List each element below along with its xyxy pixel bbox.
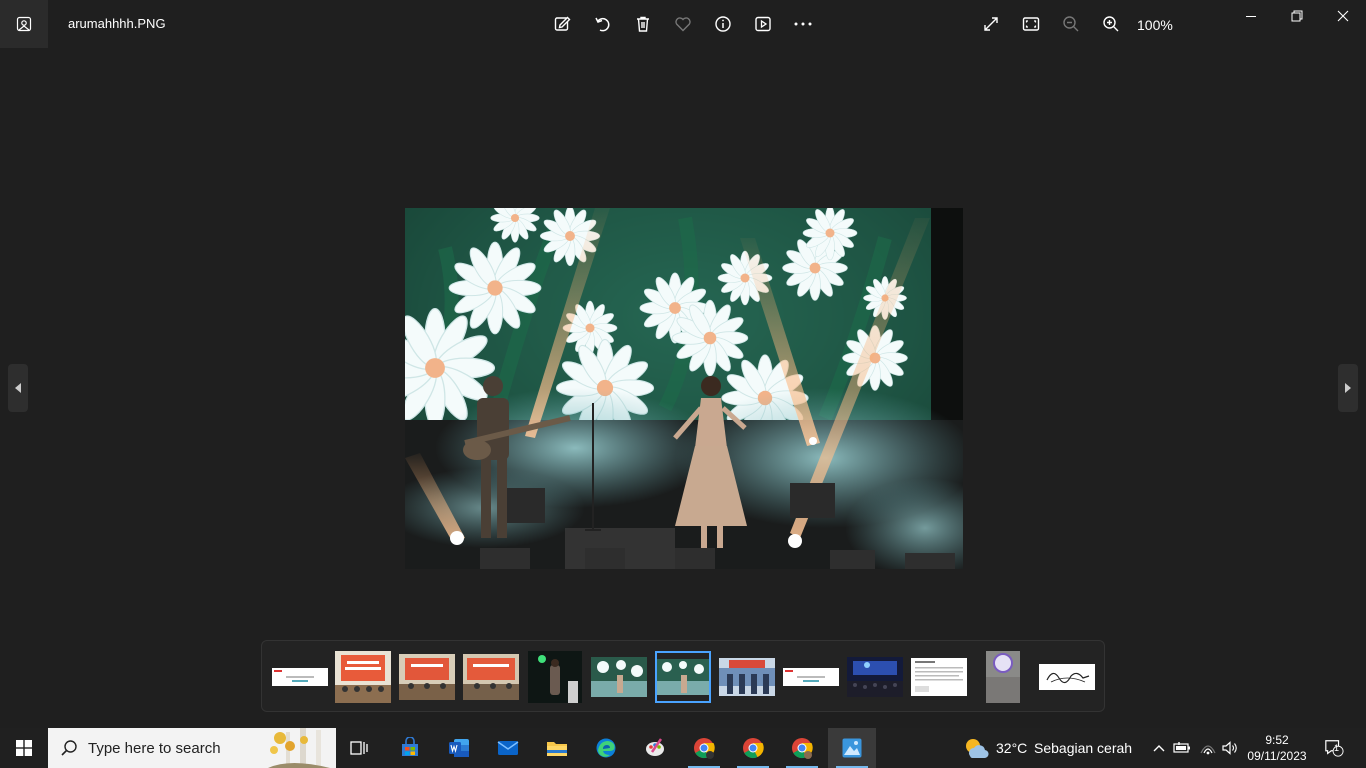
edit-image-icon[interactable] — [551, 12, 575, 36]
google-chrome-icon[interactable] — [680, 728, 728, 768]
thumbnail[interactable] — [399, 651, 455, 703]
zoom-level[interactable]: 100% — [1137, 17, 1173, 33]
expand-icon[interactable] — [979, 12, 1003, 36]
google-chrome-icon[interactable] — [729, 728, 777, 768]
thumbnail[interactable] — [1039, 651, 1095, 703]
main-photo[interactable] — [405, 208, 963, 569]
thumbnail[interactable] — [719, 651, 775, 703]
notification-center-icon[interactable]: 1 — [1324, 738, 1344, 758]
thumbnail[interactable] — [463, 651, 519, 703]
google-chrome-icon[interactable] — [778, 728, 826, 768]
thumbnail-selected[interactable] — [655, 651, 711, 703]
search-highlight-image — [260, 728, 336, 768]
thumbnail[interactable] — [975, 651, 1031, 703]
thumbnail[interactable] — [911, 651, 967, 703]
photos-app-icon[interactable] — [828, 728, 876, 768]
mail-icon[interactable] — [484, 728, 532, 768]
search-placeholder: Type here to search — [88, 740, 221, 757]
favorite-icon[interactable] — [671, 12, 695, 36]
photos-app-window: arumahhhh.PNG 100% — [0, 0, 1366, 728]
zoom-out-icon[interactable] — [1059, 12, 1083, 36]
info-icon[interactable] — [711, 12, 735, 36]
more-icon[interactable] — [791, 12, 815, 36]
thumbnail[interactable] — [847, 651, 903, 703]
paint-icon[interactable] — [631, 728, 679, 768]
previous-image-button[interactable] — [8, 364, 28, 412]
wifi-icon[interactable] — [1198, 738, 1218, 758]
rotate-icon[interactable] — [591, 12, 615, 36]
taskbar-search-box[interactable]: Type here to search — [48, 728, 336, 768]
zoom-in-icon[interactable] — [1099, 12, 1123, 36]
next-image-button[interactable] — [1338, 364, 1358, 412]
minimize-icon[interactable] — [1228, 4, 1274, 28]
weather-partly-sunny-icon[interactable] — [962, 736, 990, 760]
thumbnail[interactable] — [783, 651, 839, 703]
slideshow-icon[interactable] — [751, 12, 775, 36]
chevron-up-icon[interactable] — [1149, 738, 1169, 758]
filmstrip — [261, 640, 1105, 712]
thumbnail[interactable] — [272, 651, 328, 703]
volume-icon[interactable] — [1220, 738, 1240, 758]
weather-description[interactable]: Sebagian cerah — [1034, 740, 1132, 756]
file-name: arumahhhh.PNG — [68, 16, 166, 31]
weather-temperature[interactable]: 32°C — [996, 740, 1027, 756]
battery-icon[interactable] — [1172, 738, 1192, 758]
delete-icon[interactable] — [631, 12, 655, 36]
file-explorer-icon[interactable] — [533, 728, 581, 768]
clock-date: 09/11/2023 — [1247, 749, 1307, 763]
photos-app-icon[interactable] — [0, 0, 48, 48]
taskbar: Type here to search 32°C Sebagian cerah — [0, 728, 1366, 768]
task-view-icon[interactable] — [336, 728, 384, 768]
search-icon — [60, 739, 78, 757]
windows-start-icon[interactable] — [0, 728, 48, 768]
thumbnail[interactable] — [335, 651, 391, 703]
restore-icon[interactable] — [1274, 4, 1320, 28]
microsoft-edge-icon[interactable] — [582, 728, 630, 768]
close-icon[interactable] — [1320, 4, 1366, 28]
taskbar-clock[interactable]: 9:52 09/11/2023 — [1244, 732, 1310, 764]
fit-to-window-icon[interactable] — [1019, 12, 1043, 36]
thumbnail[interactable] — [591, 651, 647, 703]
thumbnail[interactable] — [527, 651, 583, 703]
microsoft-word-icon[interactable] — [435, 728, 483, 768]
microsoft-store-icon[interactable] — [386, 728, 434, 768]
title-bar: arumahhhh.PNG 100% — [0, 0, 1366, 48]
notification-count: 1 — [1334, 743, 1340, 753]
clock-time: 9:52 — [1265, 733, 1289, 747]
